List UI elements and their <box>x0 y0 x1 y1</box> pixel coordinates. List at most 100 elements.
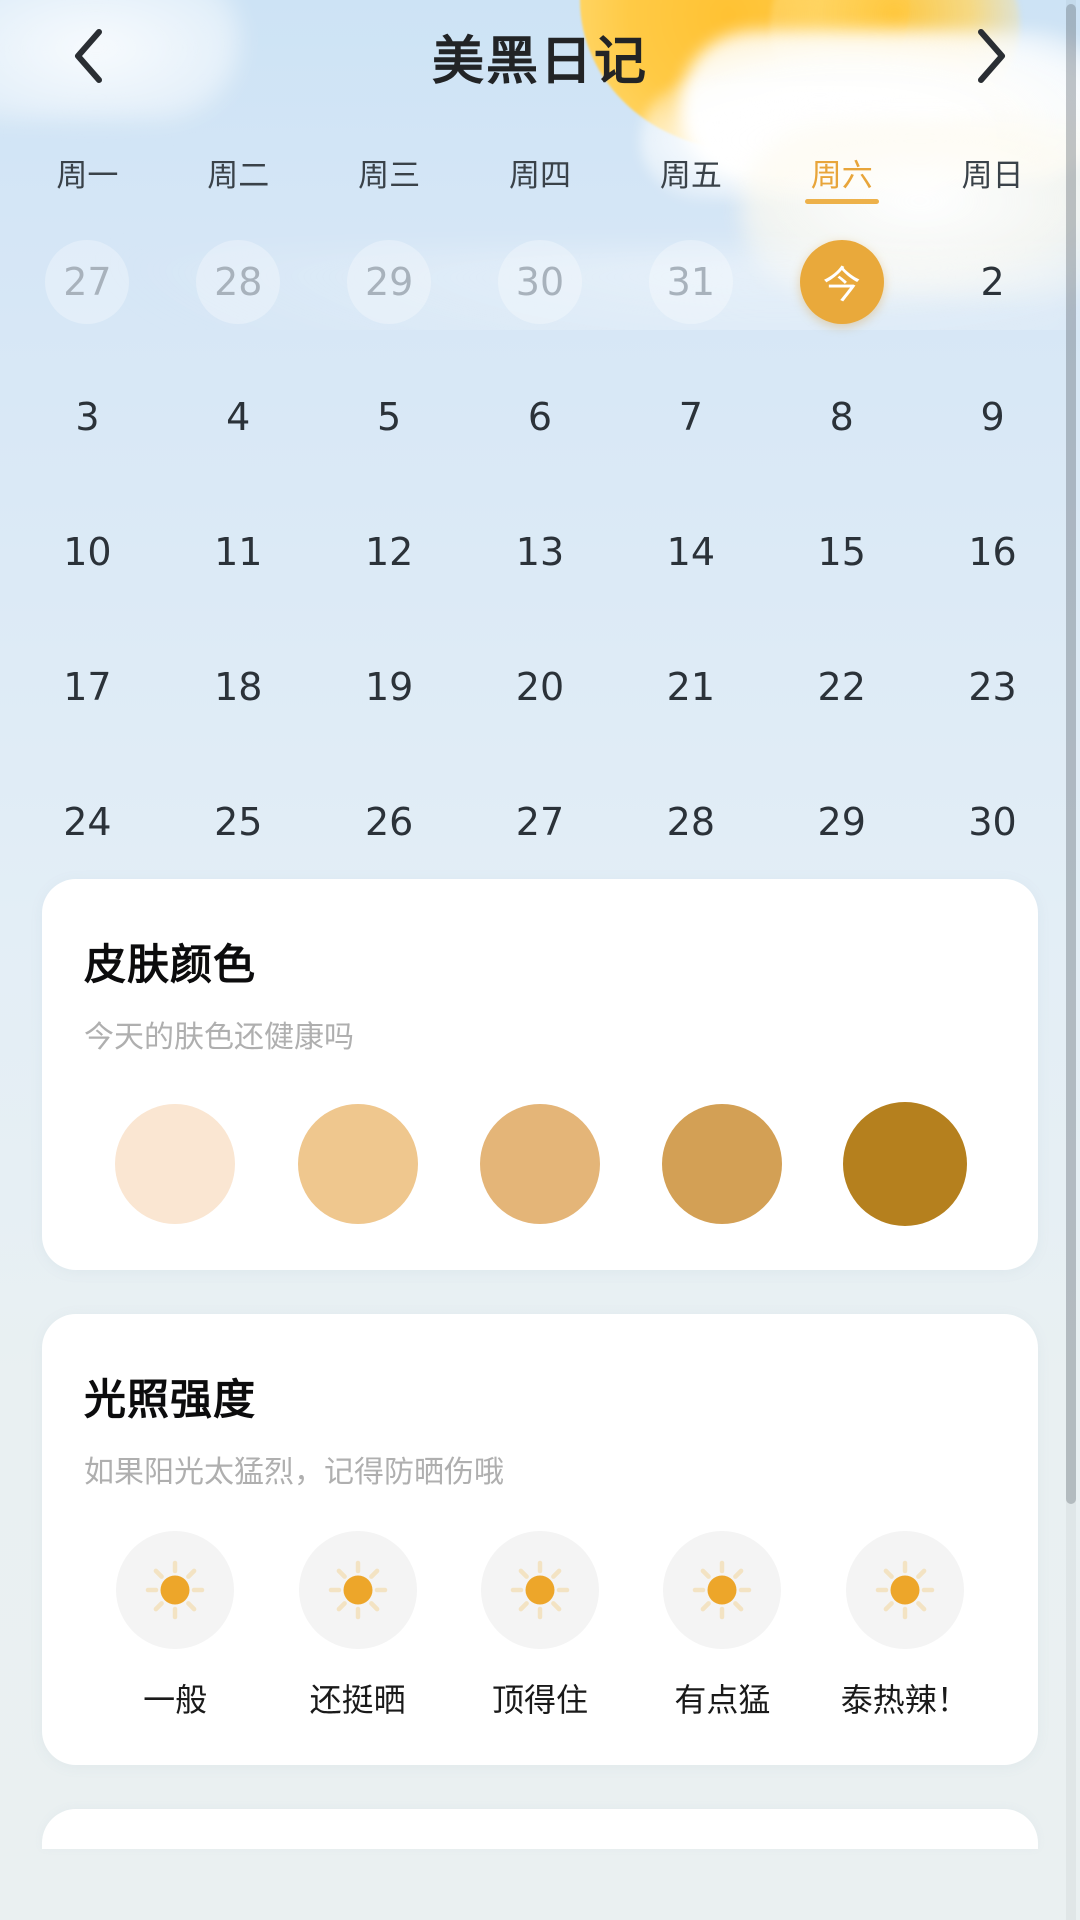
calendar-day-cell[interactable]: 24 <box>12 764 163 879</box>
weekday-header-1[interactable]: 周一 <box>12 150 163 204</box>
calendar-day-label: 11 <box>214 529 263 574</box>
skin-color-swatch-row <box>84 1102 996 1226</box>
weekday-header-5[interactable]: 周五 <box>615 150 766 204</box>
calendar-day-cell[interactable]: 15 <box>766 494 917 609</box>
calendar-day-cell[interactable]: 29 <box>766 764 917 879</box>
skin-color-swatch-3[interactable] <box>479 1104 600 1224</box>
weekday-header-2[interactable]: 周二 <box>163 150 314 204</box>
calendar-day-cell[interactable]: 31 <box>615 224 766 339</box>
light-intensity-level-4[interactable]: 有点猛 <box>663 1531 782 1721</box>
calendar-day-label: 28 <box>196 239 281 324</box>
calendar-day-cell[interactable]: 28 <box>615 764 766 879</box>
calendar-day-label: 13 <box>515 529 565 574</box>
skin-color-swatch-4[interactable] <box>662 1104 783 1224</box>
weekday-header-3[interactable]: 周三 <box>314 150 465 204</box>
calendar-day-cell[interactable]: 10 <box>12 494 163 609</box>
calendar-day-label: 20 <box>515 664 565 709</box>
calendar-day-cell[interactable]: 30 <box>917 764 1068 879</box>
calendar-day-cell[interactable]: 23 <box>917 629 1068 744</box>
calendar-day-cell[interactable]: 11 <box>163 494 314 609</box>
previous-month-button[interactable] <box>58 26 118 86</box>
calendar-day-cell[interactable]: 20 <box>465 629 616 744</box>
skin-color-title: 皮肤颜色 <box>84 940 257 989</box>
light-intensity-label: 还挺晒 <box>309 1681 406 1719</box>
calendar-date-grid: 27 28 29 30 31 今 2 3 4 5 6 7 8 9 10 11 12 13 14 15 16 17 18 19 2… <box>12 224 1068 879</box>
next-month-button[interactable] <box>962 26 1022 86</box>
calendar-day-cell[interactable]: 26 <box>314 764 465 879</box>
calendar-week-row: 10 11 12 13 14 15 16 <box>12 494 1068 609</box>
calendar-day-label: 19 <box>364 664 414 709</box>
calendar-day-label: 6 <box>527 394 553 439</box>
calendar-day-cell[interactable]: 19 <box>314 629 465 744</box>
sun-icon <box>298 1531 417 1649</box>
weekday-header-row: 周一 周二 周三 周四 周五 周六 周日 <box>12 150 1068 204</box>
calendar-day-label: 9 <box>980 394 1005 439</box>
calendar-day-cell[interactable]: 27 <box>465 764 616 879</box>
calendar-day-label: 17 <box>63 664 112 709</box>
calendar-day-cell[interactable]: 27 <box>12 224 163 339</box>
calendar-day-label: 7 <box>678 394 703 439</box>
calendar-day-cell[interactable]: 8 <box>766 359 917 474</box>
calendar-day-label: 4 <box>226 394 251 439</box>
calendar-day-cell[interactable]: 29 <box>314 224 465 339</box>
calendar-week-row: 27 28 29 30 31 今 2 <box>12 224 1068 339</box>
weekday-header-7[interactable]: 周日 <box>917 150 1068 204</box>
calendar-day-label: 22 <box>817 664 866 709</box>
light-intensity-level-1[interactable]: 一般 <box>116 1531 235 1721</box>
calendar-day-label: 27 <box>515 799 565 844</box>
calendar-day-cell[interactable]: 25 <box>163 764 314 879</box>
calendar-day-label: 15 <box>817 529 866 574</box>
calendar-day-cell[interactable]: 14 <box>615 494 766 609</box>
calendar-week-row: 24 25 26 27 28 29 30 <box>12 764 1068 879</box>
calendar-day-label: 30 <box>497 239 582 324</box>
calendar-day-cell[interactable]: 28 <box>163 224 314 339</box>
calendar-week-row: 17 18 19 20 21 22 23 <box>12 629 1068 744</box>
skin-color-card: 皮肤颜色 今天的肤色还健康吗 <box>42 879 1038 1270</box>
calendar-day-cell[interactable]: 21 <box>615 629 766 744</box>
light-intensity-level-5[interactable]: 泰热辣！ <box>841 1531 969 1721</box>
weekday-header-6[interactable]: 周六 <box>766 150 917 204</box>
light-intensity-title: 光照强度 <box>84 1375 257 1424</box>
calendar-day-label: 14 <box>666 529 716 574</box>
calendar-day-cell[interactable]: 9 <box>917 359 1068 474</box>
tanning-diary-screen: 美黑日记 周一 周二 周三 周四 周五 周六 周日 27 28 29 30 31 今 2 3 4 5 6 7 8 9 1… <box>0 0 1080 1920</box>
calendar-day-today[interactable]: 今 <box>766 224 917 339</box>
calendar-day-cell[interactable]: 5 <box>314 359 465 474</box>
weekday-header-4[interactable]: 周四 <box>465 150 616 204</box>
calendar-day-label: 26 <box>364 799 414 844</box>
sun-icon <box>480 1531 599 1649</box>
calendar-day-cell[interactable]: 6 <box>465 359 616 474</box>
chevron-right-icon <box>975 28 1009 84</box>
calendar-day-cell[interactable]: 16 <box>917 494 1068 609</box>
skin-color-swatch-2[interactable] <box>297 1104 418 1224</box>
calendar-day-label: 2 <box>980 259 1005 304</box>
calendar-day-label: 30 <box>968 799 1017 844</box>
calendar-day-label: 27 <box>45 239 130 324</box>
calendar-day-label: 28 <box>666 799 716 844</box>
light-intensity-subtitle: 如果阳光太猛烈，记得防晒伤哦 <box>84 1455 504 1490</box>
calendar-day-label: 21 <box>666 664 716 709</box>
skin-color-swatch-5[interactable] <box>842 1102 967 1226</box>
calendar-day-cell[interactable]: 17 <box>12 629 163 744</box>
scrollbar-thumb[interactable] <box>1066 4 1076 1504</box>
calendar-day-cell[interactable]: 30 <box>465 224 616 339</box>
calendar-day-cell[interactable]: 18 <box>163 629 314 744</box>
calendar-day-label: 10 <box>63 529 112 574</box>
calendar-day-cell[interactable]: 12 <box>314 494 465 609</box>
calendar-day-cell[interactable]: 2 <box>917 224 1068 339</box>
light-intensity-card: 光照强度 如果阳光太猛烈，记得防晒伤哦 一般 还挺晒 顶得住 有点猛 泰热辣！ <box>42 1314 1038 1765</box>
calendar-day-cell[interactable]: 22 <box>766 629 917 744</box>
calendar-day-cell[interactable]: 7 <box>615 359 766 474</box>
skin-color-swatch-1[interactable] <box>115 1104 236 1224</box>
calendar-day-cell[interactable]: 4 <box>163 359 314 474</box>
calendar-day-label: 23 <box>968 664 1017 709</box>
calendar-day-label: 18 <box>214 664 263 709</box>
calendar-day-cell[interactable]: 3 <box>12 359 163 474</box>
light-intensity-level-2[interactable]: 还挺晒 <box>298 1531 417 1721</box>
light-intensity-label: 一般 <box>143 1681 208 1719</box>
sun-icon <box>663 1531 782 1649</box>
light-intensity-level-3[interactable]: 顶得住 <box>480 1531 599 1721</box>
calendar-day-cell[interactable]: 13 <box>465 494 616 609</box>
calendar-week-row: 3 4 5 6 7 8 9 <box>12 359 1068 474</box>
calendar-day-label: 今 <box>799 239 884 324</box>
